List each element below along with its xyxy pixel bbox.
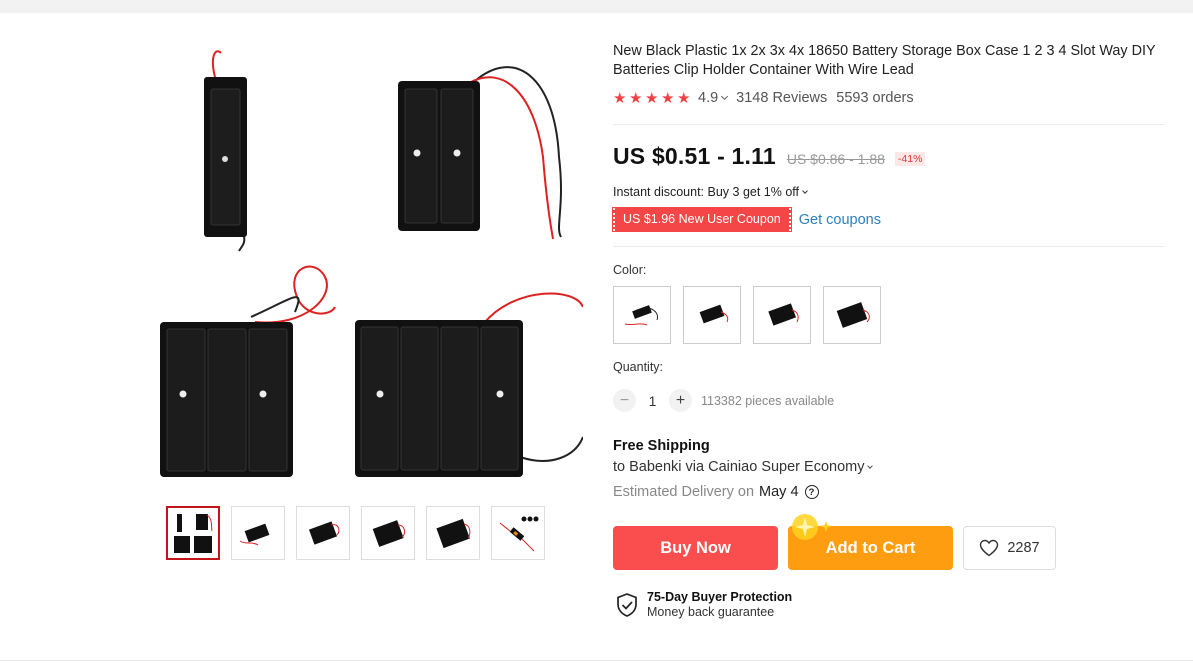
chevron-down-icon[interactable]: [721, 92, 729, 101]
quantity-stepper: − 1 + 113382 pieces available: [613, 389, 834, 412]
divider: [0, 660, 1193, 661]
thumbnail-6[interactable]: [491, 506, 545, 560]
rating-value[interactable]: 4.9: [698, 90, 718, 106]
discount-badge: -41%: [894, 152, 926, 166]
color-label: Color:: [613, 263, 647, 277]
color-option-3[interactable]: [753, 286, 811, 344]
get-coupons-link[interactable]: Get coupons: [799, 212, 881, 228]
shipping-destination-text: to Babenki via Cainiao Super Economy: [613, 459, 865, 475]
shipping-destination[interactable]: to Babenki via Cainiao Super Economy: [613, 459, 874, 475]
star-icon: ★: [613, 89, 627, 107]
quantity-increase-button[interactable]: +: [669, 389, 692, 412]
shipping-title: Free Shipping: [613, 438, 710, 454]
top-bar: [0, 0, 1193, 13]
quantity-input[interactable]: 1: [636, 393, 669, 409]
thumbnail-1[interactable]: [166, 506, 220, 560]
star-icon: ★: [661, 89, 675, 107]
divider: [613, 124, 1165, 125]
divider: [613, 246, 1165, 247]
instant-discount[interactable]: Instant discount: Buy 3 get 1% off: [613, 185, 808, 199]
main-product-image[interactable]: [155, 37, 584, 484]
color-option-2[interactable]: [683, 286, 741, 344]
product-title: New Black Plastic 1x 2x 3x 4x 18650 Batt…: [613, 43, 1156, 78]
color-options: [613, 286, 881, 344]
add-to-cart-button[interactable]: Add to Cart: [788, 526, 953, 570]
orders-count: 5593 orders: [836, 90, 914, 106]
thumbnail-3[interactable]: [296, 506, 350, 560]
delivery-date: May 4: [759, 484, 799, 500]
chevron-down-icon: [867, 462, 874, 469]
buyer-protection-subtitle: Money back guarantee: [647, 605, 775, 619]
quantity-label: Quantity:: [613, 360, 664, 374]
wishlist-button[interactable]: 2287: [963, 526, 1056, 570]
price-row: US $0.51 - 1.11 US $0.86 - 1.88 -41%: [613, 143, 926, 170]
help-icon[interactable]: ?: [804, 485, 819, 499]
rating-stars: ★ ★ ★ ★ ★: [613, 91, 692, 106]
instant-discount-text: Instant discount: Buy 3 get 1% off: [613, 185, 799, 199]
chevron-down-icon: [802, 187, 808, 194]
shield-check-icon: [617, 593, 637, 617]
rating-row: ★ ★ ★ ★ ★ 4.9 3148 Reviews 5593 orders: [613, 90, 914, 106]
star-icon: ★: [629, 89, 643, 107]
estimated-delivery: Estimated Delivery on May 4 ?: [613, 484, 819, 500]
color-option-4[interactable]: [823, 286, 881, 344]
thumbnail-5[interactable]: [426, 506, 480, 560]
star-icon: ★: [677, 89, 691, 107]
thumbnail-strip: [166, 506, 545, 560]
wishlist-count: 2287: [1007, 540, 1040, 556]
buy-now-button[interactable]: Buy Now: [613, 526, 778, 570]
thumbnail-2[interactable]: [231, 506, 285, 560]
buyer-protection-title: 75-Day Buyer Protection: [647, 590, 793, 604]
color-option-1[interactable]: [613, 286, 671, 344]
star-icon: ★: [645, 89, 659, 107]
pieces-available: 113382 pieces available: [701, 393, 835, 408]
coupon-row: US $1.96 New User Coupon Get coupons: [612, 207, 881, 232]
estimated-delivery-label: Estimated Delivery on: [613, 484, 755, 500]
buyer-protection: 75-Day Buyer Protection Money back guara…: [615, 590, 792, 620]
thumbnail-4[interactable]: [361, 506, 415, 560]
heart-icon: [980, 539, 999, 557]
quantity-decrease-button[interactable]: −: [613, 389, 636, 412]
new-user-coupon[interactable]: US $1.96 New User Coupon: [612, 207, 792, 232]
current-price: US $0.51 - 1.11: [613, 143, 776, 169]
original-price: US $0.86 - 1.88: [786, 151, 885, 167]
reviews-link[interactable]: 3148 Reviews: [736, 90, 827, 106]
